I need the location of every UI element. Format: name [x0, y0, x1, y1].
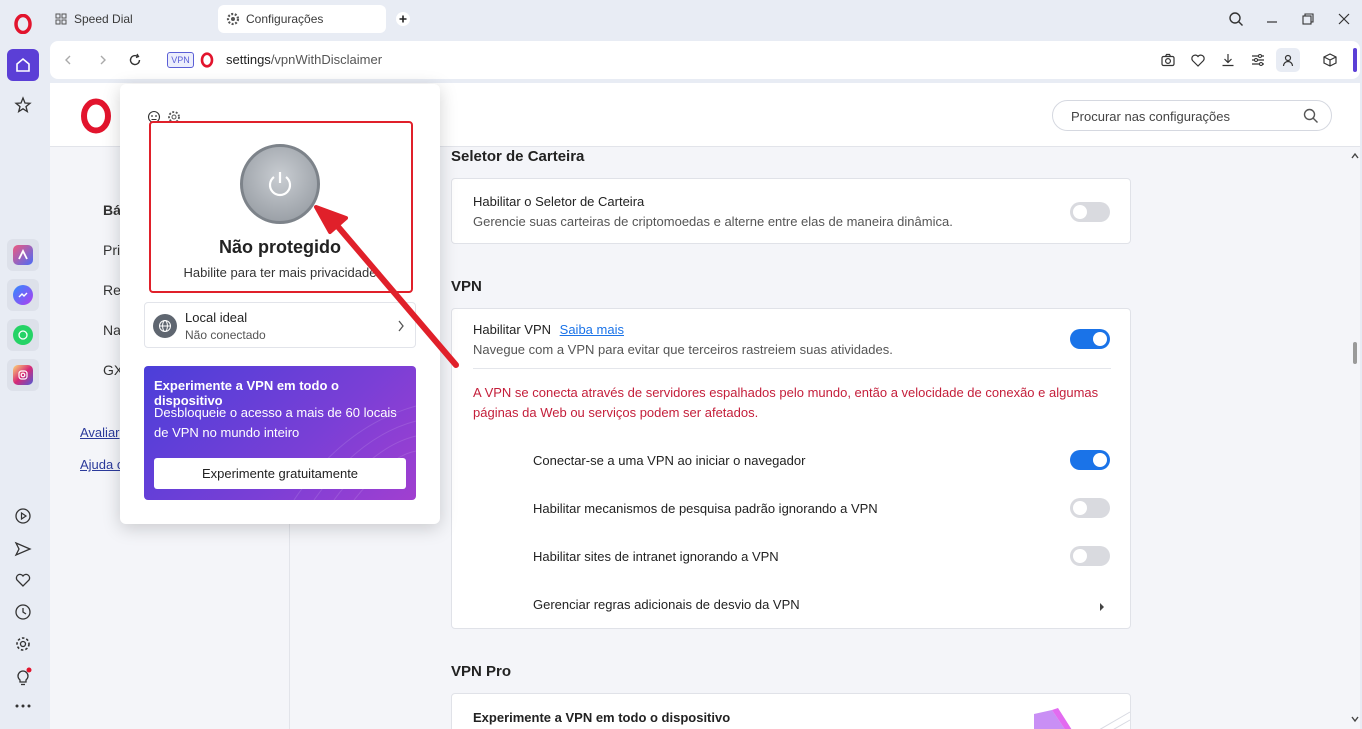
toggle-knob	[1093, 453, 1107, 467]
search-icon[interactable]	[1303, 108, 1319, 129]
toggle-knob	[1073, 501, 1087, 515]
location-sub: Não conectado	[185, 328, 266, 342]
vpn-pro-card: Experimente a VPN em todo o dispositivo	[451, 693, 1131, 729]
opera-site-icon	[197, 50, 217, 70]
vpn-pro-section-title: VPN Pro	[451, 663, 512, 680]
tab-label: Configurações	[246, 12, 324, 26]
opera-logo	[80, 98, 112, 139]
aria-app-icon[interactable]	[7, 239, 39, 271]
history-icon[interactable]	[7, 596, 39, 628]
cube-icon[interactable]	[1320, 50, 1340, 70]
back-button[interactable]	[58, 50, 78, 70]
grid-icon	[54, 12, 68, 26]
manage-bypass-rules-link[interactable]: Gerenciar regras adicionais de desvio da…	[533, 597, 800, 612]
minimize-button[interactable]	[1261, 8, 1283, 30]
whatsapp-app-icon[interactable]	[7, 319, 39, 351]
chevron-right-icon	[397, 319, 405, 337]
wallet-row-title: Habilitar o Seletor de Carteira	[473, 194, 645, 209]
tab-settings[interactable]: Configurações	[218, 5, 386, 33]
left-sidebar	[0, 0, 46, 729]
close-window-button[interactable]	[1333, 8, 1355, 30]
profile-icon[interactable]	[1276, 48, 1300, 72]
nav-item-basic[interactable]: Bá	[103, 202, 121, 218]
url-field[interactable]: settings/vpnWithDisclaimer	[226, 52, 382, 67]
connect-on-start-toggle[interactable]	[1070, 450, 1110, 470]
highlight-box	[149, 121, 413, 293]
location-title: Local ideal	[185, 310, 248, 325]
settings-search-input[interactable]: Procurar nas configurações	[1052, 100, 1332, 131]
reload-button[interactable]	[125, 50, 145, 70]
sidebar-accent-bar	[1353, 48, 1357, 72]
search-placeholder: Procurar nas configurações	[1071, 109, 1230, 124]
divider	[473, 368, 1111, 369]
opera-menu-icon[interactable]	[7, 8, 39, 40]
messenger-app-icon[interactable]	[7, 279, 39, 311]
nav-item-features[interactable]: Re	[103, 282, 121, 298]
location-selector[interactable]: Local ideal Não conectado	[144, 302, 416, 348]
help-link[interactable]: Ajuda c	[80, 457, 123, 472]
vpn-pro-illustration	[1032, 706, 1132, 729]
vpn-popup: Não protegido Habilite para ter mais pri…	[120, 84, 440, 524]
vpn-section-title: VPN	[451, 278, 482, 295]
toggle-knob	[1093, 332, 1107, 346]
vpn-enable-toggle[interactable]	[1070, 329, 1110, 349]
camera-icon[interactable]	[1158, 50, 1178, 70]
tab-label: Speed Dial	[74, 12, 133, 26]
connect-on-start-label: Conectar-se a uma VPN ao iniciar o naveg…	[533, 453, 806, 468]
vpn-pro-row-title: Experimente a VPN em todo o dispositivo	[473, 710, 731, 725]
wallet-section-title: Seletor de Carteira	[451, 148, 585, 165]
vpn-enable-title: Habilitar VPN Saiba mais	[473, 322, 624, 337]
nav-item-privacy[interactable]: Pri	[103, 242, 120, 258]
new-tab-button[interactable]	[392, 8, 414, 30]
promo-text: Desbloqueie o acesso a mais de 60 locais…	[154, 405, 397, 440]
tab-search-icon[interactable]	[1225, 8, 1247, 30]
search-bypass-toggle[interactable]	[1070, 498, 1110, 518]
wallet-card: Habilitar o Seletor de Carteira Gerencie…	[451, 178, 1131, 244]
nav-item-browser[interactable]: Na	[103, 322, 121, 338]
learn-more-link[interactable]: Saiba mais	[560, 322, 624, 337]
toggle-knob	[1073, 549, 1087, 563]
player-icon[interactable]	[7, 500, 39, 532]
address-bar: VPN settings/vpnWithDisclaimer	[50, 41, 1360, 79]
send-icon[interactable]	[7, 533, 39, 565]
settings-icon[interactable]	[7, 628, 39, 660]
tab-speed-dial[interactable]: Speed Dial	[46, 5, 133, 33]
easy-setup-icon[interactable]	[1248, 50, 1268, 70]
vpn-card: Habilitar VPN Saiba mais Navegue com a V…	[451, 308, 1131, 629]
tips-bulb-icon[interactable]	[7, 661, 39, 693]
url-path: /vpnWithDisclaimer	[270, 52, 383, 67]
search-bypass-label: Habilitar mecanismos de pesquisa padrão …	[533, 501, 878, 516]
wallet-toggle[interactable]	[1070, 202, 1110, 222]
vpn-enable-sub: Navegue com a VPN para evitar que tercei…	[473, 342, 893, 357]
rate-link[interactable]: Avaliar	[80, 425, 120, 440]
globe-icon	[153, 314, 177, 338]
page-scrollbar[interactable]	[1350, 147, 1360, 729]
heart-icon[interactable]	[7, 564, 39, 596]
vpn-warning-text: A VPN se conecta através de servidores e…	[473, 385, 1099, 420]
wallet-row-sub: Gerencie suas carteiras de criptomoedas …	[473, 214, 953, 229]
more-icon[interactable]	[7, 690, 39, 722]
forward-button[interactable]	[93, 50, 113, 70]
download-icon[interactable]	[1218, 50, 1238, 70]
vpn-badge-button[interactable]: VPN	[167, 52, 194, 68]
try-free-button[interactable]: Experimente gratuitamente	[154, 458, 406, 489]
intranet-bypass-toggle[interactable]	[1070, 546, 1110, 566]
tab-bar: Speed Dial Configurações	[46, 0, 1362, 38]
star-icon[interactable]	[7, 89, 39, 121]
restore-button[interactable]	[1297, 8, 1319, 30]
vpn-enable-label: Habilitar VPN	[473, 322, 552, 337]
url-host: settings	[226, 52, 271, 67]
vpn-promo-card: Experimente a VPN em todo o dispositivo …	[144, 366, 416, 500]
toggle-knob	[1073, 205, 1087, 219]
home-icon[interactable]	[7, 49, 39, 81]
gear-icon	[226, 12, 240, 26]
heart-bookmark-icon[interactable]	[1188, 50, 1208, 70]
instagram-app-icon[interactable]	[7, 359, 39, 391]
intranet-bypass-label: Habilitar sites de intranet ignorando a …	[533, 549, 779, 564]
chevron-right-icon[interactable]	[1098, 599, 1106, 617]
